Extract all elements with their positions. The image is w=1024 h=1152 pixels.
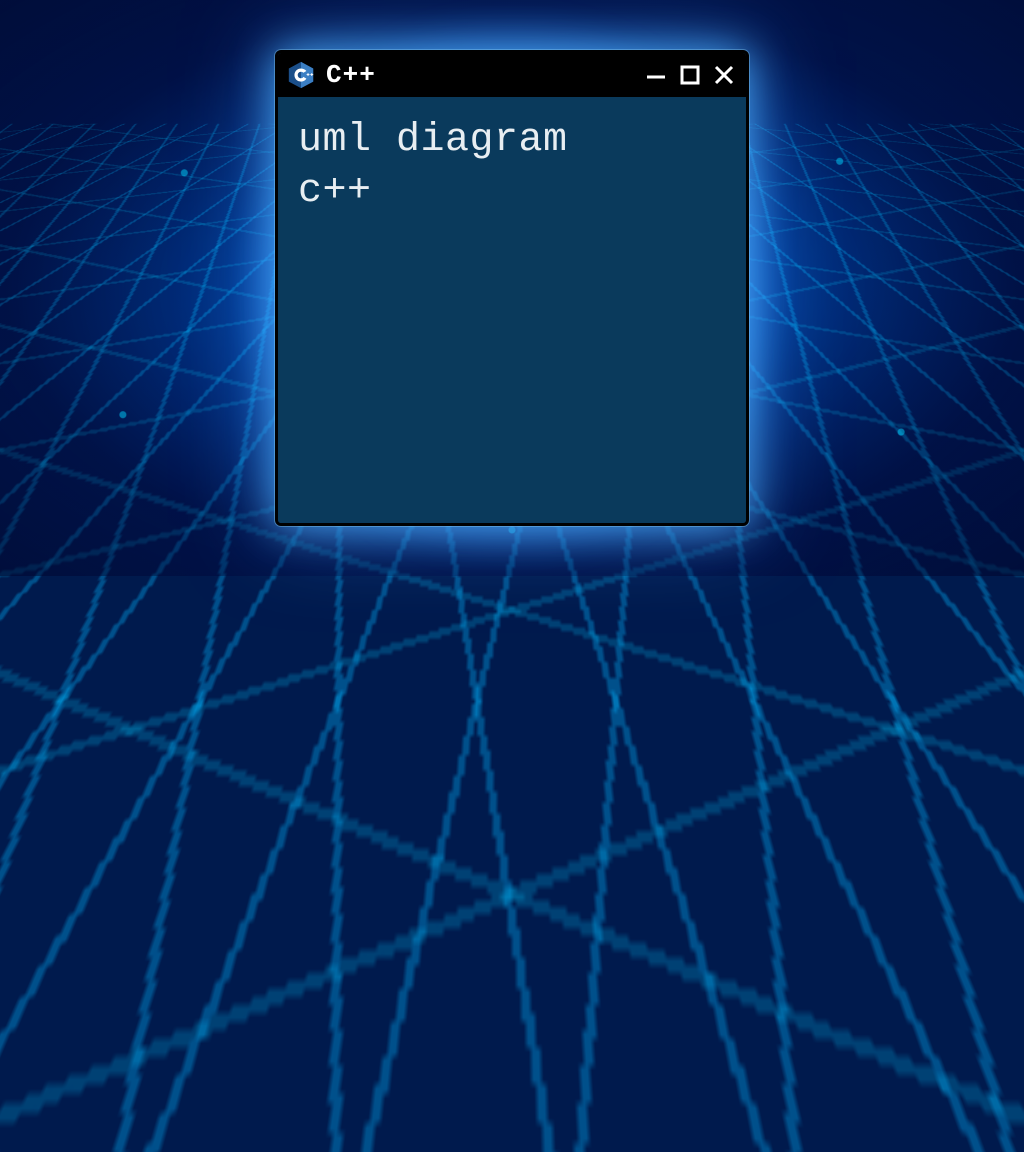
window-controls bbox=[644, 63, 736, 87]
close-button[interactable] bbox=[712, 63, 736, 87]
terminal-body[interactable]: uml diagram c++ bbox=[278, 97, 746, 523]
window-title: C++ bbox=[326, 60, 634, 90]
terminal-text: uml diagram c++ bbox=[298, 115, 726, 217]
minimize-button[interactable] bbox=[644, 63, 668, 87]
cpp-logo-icon bbox=[286, 60, 316, 90]
titlebar[interactable]: C++ bbox=[278, 53, 746, 97]
terminal-window: C++ uml diagram c++ bbox=[275, 50, 749, 526]
maximize-button[interactable] bbox=[678, 63, 702, 87]
